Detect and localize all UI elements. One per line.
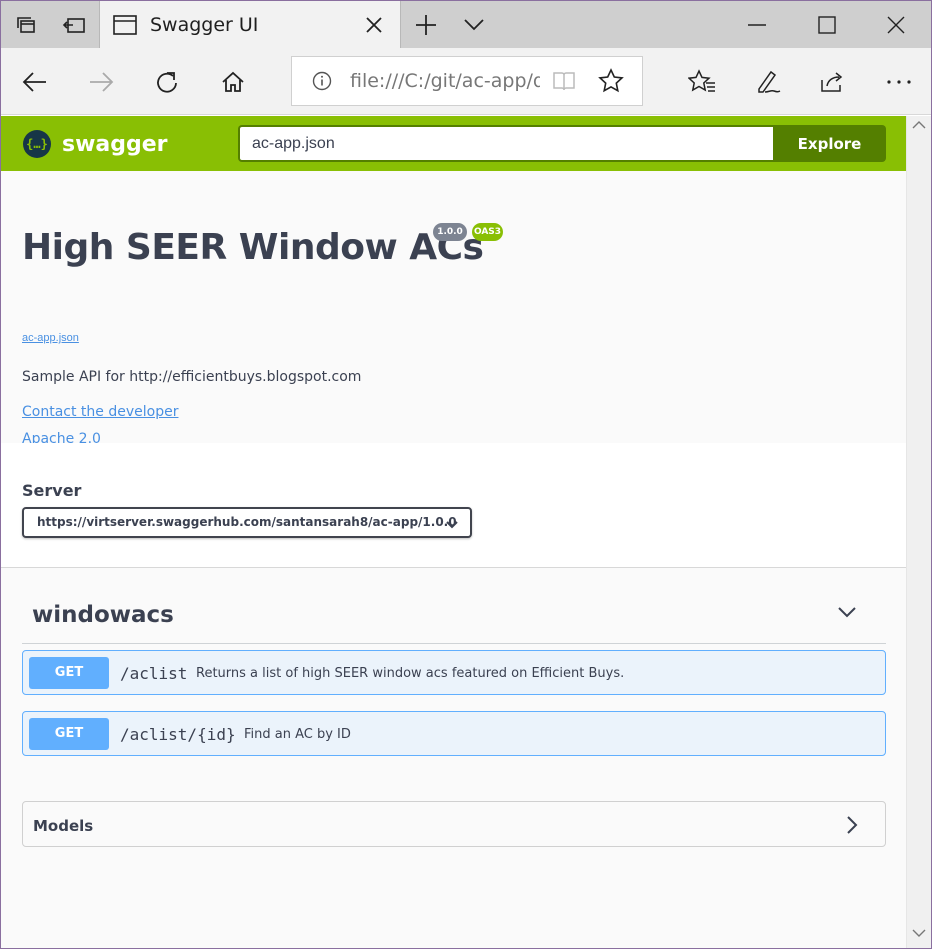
- spec-url-input[interactable]: [238, 125, 773, 162]
- forward-icon[interactable]: [85, 66, 117, 98]
- address-bar[interactable]: file:///C:/git/ac-app/d: [291, 56, 643, 106]
- models-section[interactable]: Models: [22, 801, 886, 847]
- server-select[interactable]: https://virtserver.swaggerhub.com/santan…: [22, 507, 472, 538]
- new-tab-icon[interactable]: [403, 1, 449, 48]
- operation-get-aclist[interactable]: GET /aclist Returns a list of high SEER …: [22, 650, 886, 695]
- version-badge: 1.0.0: [433, 223, 467, 241]
- page-viewport: {…} swagger Explore High SEER Window ACs…: [1, 116, 906, 948]
- favorite-star-icon[interactable]: [598, 68, 624, 99]
- server-label: Server: [22, 481, 82, 500]
- servers-section: Server https://virtserver.swaggerhub.com…: [1, 443, 906, 568]
- info-icon[interactable]: [312, 71, 332, 96]
- share-icon[interactable]: [816, 66, 848, 98]
- browser-window: Swagger UI file:///C:/git/ac-app/d {…} s…: [0, 0, 932, 949]
- api-info: High SEER Window ACs 1.0.0 OAS3 ac-app.j…: [1, 171, 906, 447]
- minimize-icon[interactable]: [734, 1, 780, 48]
- back-icon[interactable]: [19, 66, 51, 98]
- chevron-right-icon[interactable]: [845, 814, 859, 841]
- pen-icon[interactable]: [752, 66, 784, 98]
- operation-path: /aclist/{id}: [120, 725, 236, 744]
- chevron-down-icon[interactable]: [837, 605, 857, 624]
- operation-summary: Returns a list of high SEER window acs f…: [196, 666, 625, 681]
- more-icon[interactable]: [883, 66, 915, 98]
- tab-title: Swagger UI: [150, 14, 259, 36]
- swagger-logo[interactable]: {…} swagger: [23, 130, 168, 158]
- spec-link[interactable]: ac-app.json: [22, 332, 79, 344]
- page-icon: [113, 15, 137, 40]
- method-badge: GET: [29, 657, 109, 689]
- vertical-scrollbar[interactable]: [906, 116, 931, 948]
- reading-view-icon[interactable]: [552, 70, 576, 97]
- models-title: Models: [33, 817, 94, 835]
- tab-list-icon[interactable]: [451, 1, 497, 48]
- swagger-topbar: {…} swagger Explore: [1, 116, 906, 171]
- api-title: High SEER Window ACs: [22, 227, 484, 268]
- method-badge: GET: [29, 718, 109, 750]
- operation-get-aclist-id[interactable]: GET /aclist/{id} Find an AC by ID: [22, 711, 886, 756]
- tag-name: windowacs: [32, 602, 174, 628]
- chevron-down-icon: [445, 517, 459, 535]
- logo-text: swagger: [62, 131, 168, 157]
- tab-actions-icon[interactable]: [3, 1, 49, 48]
- operation-path: /aclist: [120, 664, 188, 683]
- scroll-up-icon[interactable]: [911, 118, 927, 136]
- refresh-icon[interactable]: [151, 66, 183, 98]
- tab-swagger-ui[interactable]: Swagger UI: [99, 1, 401, 49]
- favorites-hub-icon[interactable]: [686, 66, 718, 98]
- contact-link[interactable]: Contact the developer: [22, 404, 178, 420]
- tag-header[interactable]: windowacs: [22, 587, 886, 644]
- close-window-icon[interactable]: [873, 1, 919, 48]
- tab-strip: Swagger UI: [1, 1, 931, 49]
- swagger-logo-icon: {…}: [23, 130, 51, 158]
- navigation-bar: file:///C:/git/ac-app/d: [1, 48, 931, 115]
- api-description: Sample API for http://efficientbuys.blog…: [22, 369, 362, 385]
- maximize-icon[interactable]: [804, 1, 850, 48]
- operation-summary: Find an AC by ID: [244, 727, 351, 742]
- address-text[interactable]: file:///C:/git/ac-app/d: [350, 70, 540, 92]
- scroll-down-icon[interactable]: [911, 926, 927, 944]
- set-aside-tabs-icon[interactable]: [51, 1, 97, 48]
- explore-button[interactable]: Explore: [773, 125, 886, 162]
- oas-badge: OAS3: [472, 223, 503, 241]
- close-tab-icon[interactable]: [364, 15, 384, 40]
- server-selected-value: https://virtserver.swaggerhub.com/santan…: [37, 515, 457, 529]
- home-icon[interactable]: [217, 66, 249, 98]
